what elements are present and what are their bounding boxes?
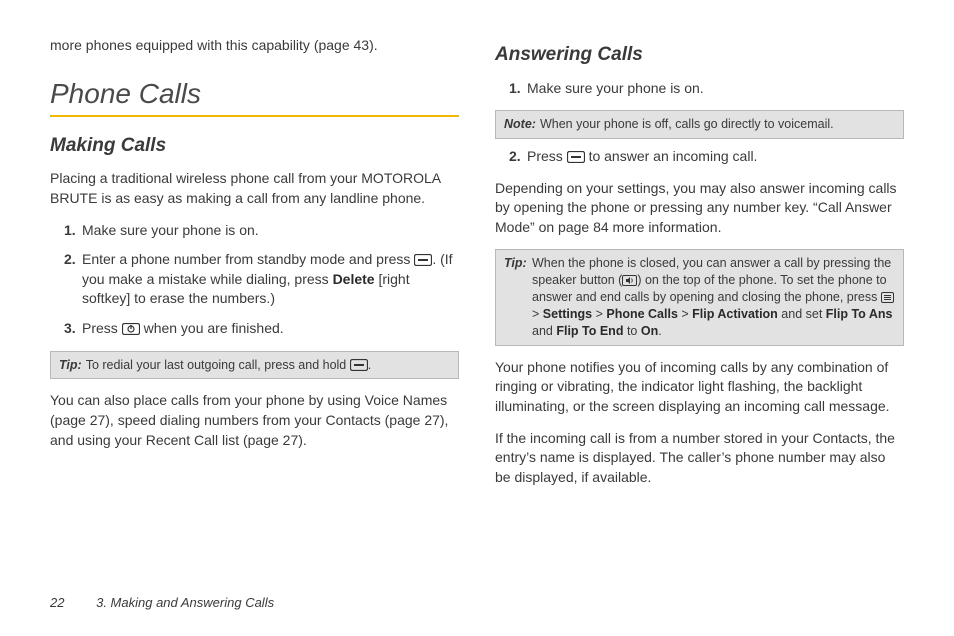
left-column: more phones equipped with this capabilit…	[50, 36, 459, 499]
answer-settings-para: Depending on your settings, you may also…	[495, 179, 904, 238]
step-1: 1. Make sure your phone is on.	[50, 221, 459, 241]
heading-answering-calls: Answering Calls	[495, 42, 904, 69]
nav-flip-activation: Flip Activation	[692, 307, 778, 321]
page-number: 22	[50, 595, 64, 610]
nav-flip-to-ans: Flip To Ans	[826, 307, 893, 321]
making-calls-intro: Placing a traditional wireless phone cal…	[50, 169, 459, 208]
nav-phone-calls: Phone Calls	[606, 307, 678, 321]
tip-box-flip: Tip: When the phone is closed, you can a…	[495, 249, 904, 345]
intro-fragment: more phones equipped with this capabilit…	[50, 36, 459, 56]
step-number: 3.	[64, 319, 82, 339]
notify-para: Your phone notifies you of incoming call…	[495, 358, 904, 417]
delete-softkey: Delete	[333, 271, 375, 287]
end-key-icon	[122, 323, 140, 335]
note-box-voicemail: Note: When your phone is off, calls go di…	[495, 110, 904, 139]
send-key-icon	[567, 151, 585, 163]
heading-phone-calls: Phone Calls	[50, 74, 459, 117]
speaker-button-icon	[622, 275, 637, 286]
step-2: 2. Enter a phone number from standby mod…	[50, 250, 459, 309]
step-text: Press when you are finished.	[82, 319, 459, 339]
making-calls-steps: 1. Make sure your phone is on. 2. Enter …	[50, 221, 459, 339]
step-3: 3. Press when you are finished.	[50, 319, 459, 339]
nav-separator: >	[681, 307, 692, 321]
answering-step-2-list: 2. Press to answer an incoming call.	[495, 147, 904, 167]
tip-body: When the phone is closed, you can answer…	[504, 255, 895, 339]
step-text: Enter a phone number from standby mode a…	[82, 250, 459, 309]
tip-label: Tip:	[504, 255, 527, 272]
step-number: 2.	[509, 147, 527, 167]
step-number: 1.	[64, 221, 82, 241]
step-text: Press to answer an incoming call.	[527, 147, 904, 167]
nav-flip-to-end: Flip To End	[556, 324, 623, 338]
other-call-methods: You can also place calls from your phone…	[50, 391, 459, 450]
tip-label: Tip:	[59, 358, 82, 372]
nav-on: On	[641, 324, 658, 338]
note-body: When your phone is off, calls go directl…	[540, 117, 834, 131]
step-1: 1. Make sure your phone is on.	[495, 79, 904, 99]
send-key-icon	[414, 254, 432, 266]
page-footer: 22 3. Making and Answering Calls	[50, 595, 274, 610]
step-2: 2. Press to answer an incoming call.	[495, 147, 904, 167]
caller-id-para: If the incoming call is from a number st…	[495, 429, 904, 488]
answering-step-1-list: 1. Make sure your phone is on.	[495, 79, 904, 99]
nav-settings: Settings	[543, 307, 592, 321]
menu-key-icon	[881, 292, 894, 303]
chapter-title: 3. Making and Answering Calls	[96, 595, 274, 610]
tip-box-redial: Tip: To redial your last outgoing call, p…	[50, 351, 459, 380]
step-text: Make sure your phone is on.	[82, 221, 459, 241]
note-label: Note:	[504, 117, 536, 131]
step-number: 1.	[509, 79, 527, 99]
nav-separator: >	[532, 307, 543, 321]
nav-separator: >	[596, 307, 607, 321]
send-key-icon	[350, 359, 368, 371]
step-number: 2.	[64, 250, 82, 309]
page-content: more phones equipped with this capabilit…	[0, 0, 954, 519]
right-column: Answering Calls 1. Make sure your phone …	[495, 36, 904, 499]
step-text: Make sure your phone is on.	[527, 79, 904, 99]
tip-body: To redial your last outgoing call, press…	[86, 358, 372, 372]
heading-making-calls: Making Calls	[50, 133, 459, 160]
